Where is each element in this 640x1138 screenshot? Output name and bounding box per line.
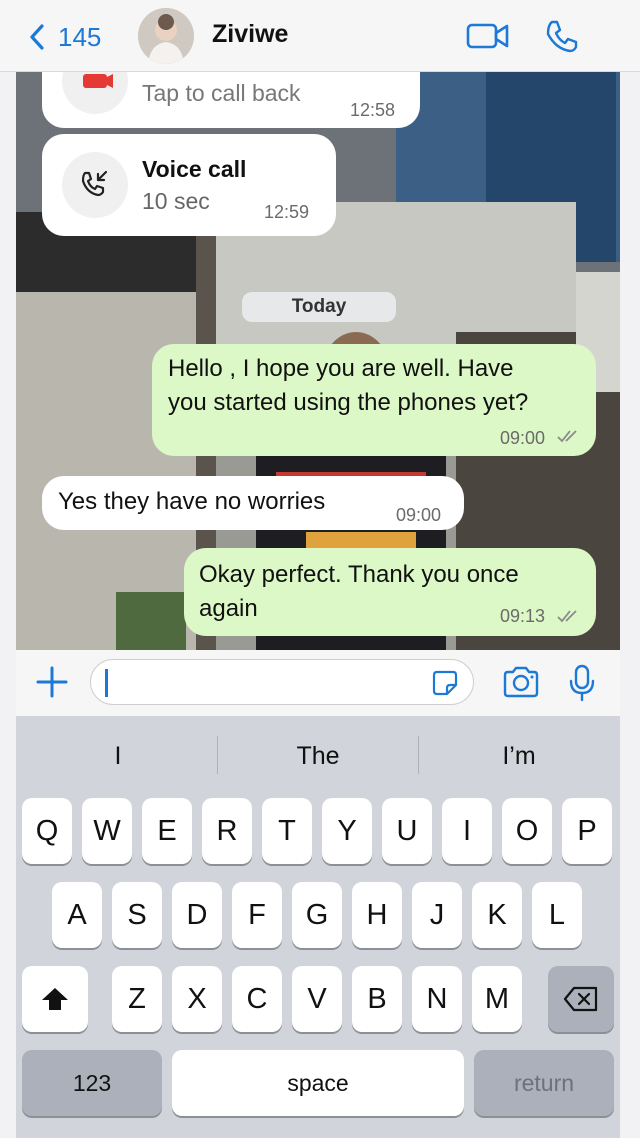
key-f[interactable]: F	[232, 882, 282, 948]
message-text-line: Okay perfect. Thank you once	[199, 561, 519, 588]
key-v[interactable]: V	[292, 966, 342, 1032]
key-x[interactable]: X	[172, 966, 222, 1032]
keyboard: I The I’m Q W E R T Y U I O P A S D F G …	[16, 716, 620, 1138]
message-text: Yes they have no worries	[58, 488, 326, 515]
avatar[interactable]	[138, 8, 194, 64]
key-s[interactable]: S	[112, 882, 162, 948]
key-h[interactable]: H	[352, 882, 402, 948]
key-g[interactable]: G	[292, 882, 342, 948]
key-i[interactable]: I	[442, 798, 492, 864]
camera-icon[interactable]	[502, 666, 540, 698]
shift-key[interactable]	[22, 966, 88, 1032]
avatar-photo	[138, 8, 194, 64]
chat-header: 145 Ziviwe	[0, 0, 640, 72]
key-b[interactable]: B	[352, 966, 402, 1032]
double-check-icon	[557, 430, 577, 443]
phone-icon[interactable]	[544, 18, 580, 54]
call-icon-circle	[62, 72, 128, 114]
day-separator: Today	[242, 292, 396, 322]
whatsapp-chat-screen: 145 Ziviwe Tap to call back 12:58 Voice …	[0, 0, 640, 1138]
key-y[interactable]: Y	[322, 798, 372, 864]
message-time: 09:00	[396, 505, 442, 525]
voice-call-bubble[interactable]: Voice call 10 sec 12:59	[42, 134, 336, 236]
key-u[interactable]: U	[382, 798, 432, 864]
key-k[interactable]: K	[472, 882, 522, 948]
key-n[interactable]: N	[412, 966, 462, 1032]
message-text-line: again	[199, 595, 258, 622]
key-p[interactable]: P	[562, 798, 612, 864]
call-icon-circle	[62, 152, 128, 218]
chevron-left-icon	[30, 24, 44, 50]
unread-count: 145	[58, 21, 102, 52]
key-r[interactable]: R	[202, 798, 252, 864]
suggestion-3[interactable]: I’m	[419, 736, 619, 776]
predictive-suggestions: I The I’m	[16, 716, 620, 794]
voice-call-time: 12:59	[264, 202, 310, 222]
suggestion-2[interactable]: The	[218, 736, 418, 776]
message-input-bar	[16, 650, 620, 716]
message-input[interactable]	[90, 659, 474, 705]
message-time: 09:13	[500, 606, 546, 626]
sticker-icon[interactable]	[431, 669, 459, 697]
key-t[interactable]: T	[262, 798, 312, 864]
key-a[interactable]: A	[52, 882, 102, 948]
numbers-key[interactable]: 123	[22, 1050, 162, 1116]
key-l[interactable]: L	[532, 882, 582, 948]
incoming-call-icon	[81, 170, 108, 197]
double-check-icon	[557, 610, 577, 623]
call-back-hint: Tap to call back	[142, 80, 301, 106]
text-cursor	[105, 669, 108, 697]
microphone-icon[interactable]	[568, 664, 596, 702]
voice-call-title: Voice call	[142, 156, 247, 182]
key-w[interactable]: W	[82, 798, 132, 864]
outgoing-message[interactable]: Hello , I hope you are well. Have you st…	[152, 344, 596, 456]
key-j[interactable]: J	[412, 882, 462, 948]
missed-call-time: 12:58	[350, 100, 396, 120]
key-d[interactable]: D	[172, 882, 222, 948]
contact-name[interactable]: Ziviwe	[212, 20, 288, 49]
plus-icon[interactable]	[34, 664, 70, 700]
missed-video-call-bubble[interactable]: Tap to call back 12:58	[42, 72, 420, 128]
voice-call-duration: 10 sec	[142, 188, 210, 214]
chat-area[interactable]: Tap to call back 12:58 Voice call 10 sec…	[16, 72, 620, 650]
back-button[interactable]: 145	[28, 18, 101, 56]
space-key[interactable]: space	[172, 1050, 464, 1116]
message-text-line: you started using the phones yet?	[168, 389, 529, 416]
backspace-icon	[563, 986, 598, 1012]
missed-video-call-icon	[83, 74, 113, 88]
message-time: 09:00	[500, 428, 546, 448]
incoming-message[interactable]: Yes they have no worries 09:00	[42, 476, 464, 530]
shift-arrow-icon	[42, 988, 68, 1010]
video-camera-icon[interactable]	[466, 20, 510, 52]
key-m[interactable]: M	[472, 966, 522, 1032]
outgoing-message[interactable]: Okay perfect. Thank you once again 09:13	[184, 548, 596, 636]
suggestion-1[interactable]: I	[18, 736, 218, 776]
return-key[interactable]: return	[474, 1050, 614, 1116]
key-e[interactable]: E	[142, 798, 192, 864]
key-c[interactable]: C	[232, 966, 282, 1032]
key-o[interactable]: O	[502, 798, 552, 864]
message-text-line: Hello , I hope you are well. Have	[168, 355, 514, 382]
key-z[interactable]: Z	[112, 966, 162, 1032]
key-q[interactable]: Q	[22, 798, 72, 864]
delete-key[interactable]	[548, 966, 614, 1032]
